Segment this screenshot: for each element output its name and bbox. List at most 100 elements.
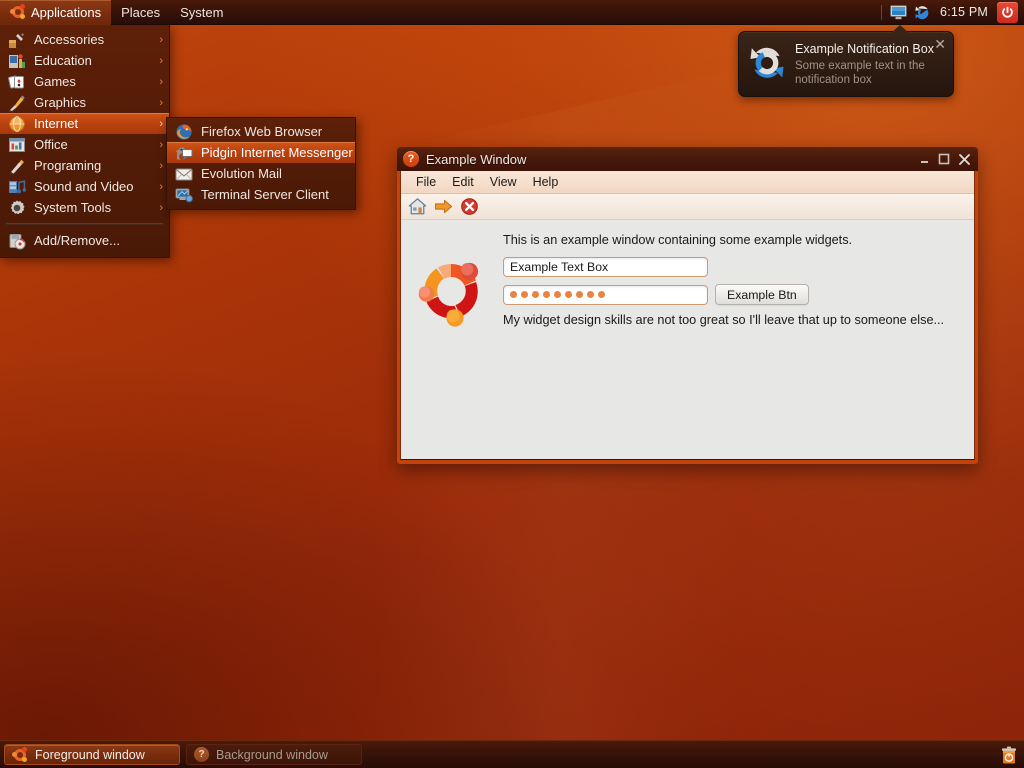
- help-question-icon: ?: [194, 747, 209, 762]
- chevron-right-icon: ›: [159, 96, 163, 109]
- taskbar-item-foreground-window[interactable]: Foreground window: [4, 744, 180, 765]
- maximize-button[interactable]: [934, 149, 954, 169]
- example-window: ? Example Window File Edit View Help Thi…: [397, 147, 978, 464]
- menu-item-accessories[interactable]: Accessories ›: [0, 29, 169, 50]
- submenu-item-pidgin[interactable]: Pidgin Internet Messenger: [167, 142, 355, 163]
- stop-error-icon[interactable]: [460, 197, 479, 216]
- menu-view[interactable]: View: [483, 173, 524, 191]
- submenu-item-terminal-server-client[interactable]: Terminal Server Client: [167, 184, 355, 205]
- intro-text: This is an example window containing som…: [503, 233, 853, 247]
- submenu-item-pidgin-label: Pidgin Internet Messenger: [201, 145, 353, 160]
- panel-menu-places[interactable]: Places: [111, 0, 170, 25]
- trash-bin-icon[interactable]: [998, 744, 1020, 766]
- add-remove-icon: [9, 233, 26, 249]
- window-titlebar[interactable]: ? Example Window: [397, 147, 978, 171]
- window-menubar: File Edit View Help: [401, 171, 974, 194]
- system-tools-icon: [10, 200, 25, 214]
- forward-arrow-icon[interactable]: [434, 197, 453, 216]
- menu-item-programing-label: Programing: [34, 158, 102, 173]
- menu-item-accessories-label: Accessories: [34, 32, 105, 47]
- menu-item-graphics-label: Graphics: [34, 95, 87, 110]
- text-box-row: Example Text Box: [501, 257, 960, 277]
- notification-body: Some example text in the notification bo…: [795, 60, 925, 86]
- ubuntu-circle-of-friends-icon: [414, 254, 488, 328]
- panel-menu-system-label: System: [180, 4, 224, 20]
- menu-edit[interactable]: Edit: [445, 173, 481, 191]
- taskbar-item-foreground-window-label: Foreground window: [35, 747, 145, 762]
- accessories-icon: [9, 32, 24, 48]
- example-text-input[interactable]: Example Text Box: [503, 257, 708, 277]
- content-logo-area: [401, 232, 501, 459]
- mail-icon: [175, 168, 193, 180]
- taskbar-item-background-window[interactable]: ? Background window: [186, 744, 362, 765]
- password-row: Example Btn: [501, 284, 960, 305]
- menu-item-add-remove[interactable]: Add/Remove...: [0, 230, 169, 251]
- education-icon: [9, 53, 25, 68]
- clock[interactable]: 6:15 PM: [938, 5, 990, 19]
- sync-refresh-icon: [750, 47, 784, 78]
- menu-item-add-remove-label: Add/Remove...: [34, 233, 120, 248]
- home-icon[interactable]: [408, 197, 427, 216]
- internet-submenu: Firefox Web Browser Pidgin Internet Mess…: [166, 117, 356, 210]
- desktop: Applications Places System 6:15 PM Acces…: [0, 0, 1024, 768]
- example-password-input[interactable]: [503, 284, 708, 305]
- menu-help[interactable]: Help: [526, 173, 566, 191]
- applications-menu: Accessories › Education › Games › Graphi…: [0, 25, 170, 258]
- menu-item-internet[interactable]: Internet ›: [0, 113, 169, 134]
- panel-menu-system[interactable]: System: [170, 0, 233, 25]
- menu-item-programing[interactable]: Programing ›: [0, 155, 169, 176]
- menu-file[interactable]: File: [409, 173, 443, 191]
- window-body: File Edit View Help This is an example w…: [400, 171, 975, 460]
- submenu-item-evolution-mail-label: Evolution Mail: [201, 166, 282, 181]
- pidgin-icon: [175, 146, 193, 160]
- menu-item-office-label: Office: [34, 137, 68, 152]
- chevron-right-icon: ›: [159, 54, 163, 67]
- office-icon: [9, 137, 25, 152]
- window-content: This is an example window containing som…: [401, 220, 974, 459]
- menu-item-games-label: Games: [34, 74, 76, 89]
- top-panel: Applications Places System 6:15 PM: [0, 0, 1024, 25]
- firefox-icon: [176, 123, 192, 140]
- terminal-server-icon: [175, 188, 193, 202]
- notification-title: Example Notification Box: [795, 42, 934, 56]
- menu-item-games[interactable]: Games ›: [0, 71, 169, 92]
- menu-item-office[interactable]: Office ›: [0, 134, 169, 155]
- submenu-item-terminal-server-client-label: Terminal Server Client: [201, 187, 329, 202]
- panel-menu-applications-label: Applications: [31, 4, 102, 20]
- chevron-right-icon: ›: [159, 138, 163, 151]
- notification-tail: [891, 25, 909, 33]
- sync-refresh-icon[interactable]: [914, 4, 931, 21]
- chevron-right-icon: ›: [159, 180, 163, 193]
- content-right-column: This is an example window containing som…: [501, 232, 974, 459]
- chevron-right-icon: ›: [159, 201, 163, 214]
- bottom-panel: Foreground window ? Background window: [0, 740, 1024, 768]
- programming-icon: [10, 159, 24, 174]
- submenu-item-firefox[interactable]: Firefox Web Browser: [167, 121, 355, 142]
- close-button[interactable]: [954, 149, 974, 169]
- panel-menu-applications[interactable]: Applications: [0, 0, 112, 25]
- chevron-right-icon: ›: [159, 75, 163, 88]
- menu-separator: [6, 223, 163, 225]
- menu-item-internet-label: Internet: [34, 116, 79, 131]
- menu-item-sound-and-video[interactable]: Sound and Video ›: [0, 176, 169, 197]
- power-button-icon[interactable]: [997, 1, 1018, 23]
- window-title: Example Window: [426, 151, 527, 167]
- panel-menu-bar: Applications Places System: [0, 0, 233, 25]
- games-icon: [8, 74, 24, 89]
- internet-icon: [8, 115, 26, 132]
- close-icon[interactable]: ✕: [934, 37, 946, 51]
- display-monitor-icon[interactable]: [890, 4, 908, 20]
- example-button[interactable]: Example Btn: [715, 284, 809, 305]
- chevron-right-icon: ›: [159, 33, 163, 46]
- password-dots: [510, 291, 605, 298]
- submenu-item-evolution-mail[interactable]: Evolution Mail: [167, 163, 355, 184]
- menu-item-education[interactable]: Education ›: [0, 50, 169, 71]
- menu-item-system-tools[interactable]: System Tools ›: [0, 197, 169, 218]
- notification-box: Example Notification Box Some example te…: [738, 31, 954, 97]
- minimize-button[interactable]: [914, 149, 934, 169]
- window-toolbar: [401, 194, 974, 220]
- taskbar-item-background-window-label: Background window: [216, 747, 328, 762]
- graphics-icon: [9, 94, 25, 112]
- panel-menu-places-label: Places: [121, 4, 161, 20]
- menu-item-graphics[interactable]: Graphics ›: [0, 92, 169, 113]
